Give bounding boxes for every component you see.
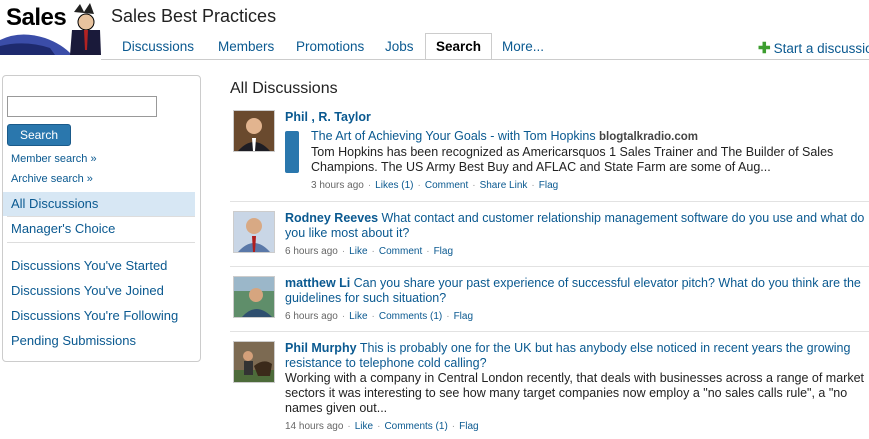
sidebar-item-managers-choice[interactable]: Manager's Choice bbox=[3, 217, 195, 241]
timestamp: 6 hours ago bbox=[285, 311, 338, 322]
tab-search[interactable]: Search bbox=[425, 33, 493, 60]
sidebar-item-started[interactable]: Discussions You've Started bbox=[3, 254, 195, 278]
sidebar-item-joined[interactable]: Discussions You've Joined bbox=[3, 279, 195, 303]
timestamp: 14 hours ago bbox=[285, 421, 344, 432]
sidebar-item-all-discussions[interactable]: All Discussions bbox=[3, 192, 195, 216]
author-name[interactable]: Phil Murphy bbox=[285, 341, 357, 355]
share-link[interactable]: Share Link bbox=[480, 180, 528, 191]
search-input[interactable] bbox=[7, 96, 157, 117]
page-title: All Discussions bbox=[230, 80, 338, 97]
sidebar-item-following[interactable]: Discussions You're Following bbox=[3, 304, 195, 328]
flag-link[interactable]: Flag bbox=[454, 311, 473, 322]
discussion-body: Rodney Reeves What contact and customer … bbox=[285, 211, 869, 259]
avatar-image bbox=[234, 277, 274, 317]
tab-more[interactable]: More... bbox=[492, 34, 554, 59]
discussion-meta: 6 hours ago · Like · Comments (1) · Flag bbox=[285, 311, 474, 322]
like-link[interactable]: Like bbox=[349, 311, 367, 322]
timestamp: 3 hours ago bbox=[311, 180, 364, 191]
discussion-meta: 6 hours ago · Like · Comment · Flag bbox=[285, 246, 454, 257]
discussion-divider bbox=[230, 331, 869, 332]
tab-jobs[interactable]: Jobs bbox=[375, 34, 424, 59]
author-name[interactable]: matthew Li bbox=[285, 276, 350, 290]
flag-link[interactable]: Flag bbox=[434, 246, 453, 257]
group-logo[interactable]: Sales bbox=[0, 0, 101, 55]
avatar-image bbox=[234, 212, 274, 252]
comment-link[interactable]: Comments (1) bbox=[379, 311, 442, 322]
discussion-snippet: Working with a company in Central London… bbox=[285, 371, 864, 415]
add-icon: ✚ bbox=[758, 40, 771, 57]
avatar[interactable] bbox=[233, 211, 275, 253]
header-divider bbox=[101, 59, 869, 60]
start-discussion-label: Start a discussio bbox=[773, 41, 869, 56]
discussion-divider bbox=[230, 266, 869, 267]
tab-members[interactable]: Members bbox=[208, 34, 284, 59]
author-name[interactable]: Rodney Reeves bbox=[285, 211, 378, 225]
flag-link[interactable]: Flag bbox=[459, 421, 478, 432]
tab-promotions[interactable]: Promotions bbox=[286, 34, 374, 59]
like-link[interactable]: Like bbox=[355, 421, 373, 432]
shared-link-source: blogtalkradio.com bbox=[598, 131, 699, 143]
discussion-body: Phil Murphy This is probably one for the… bbox=[285, 341, 869, 434]
timestamp: 6 hours ago bbox=[285, 246, 338, 257]
comment-link[interactable]: Comment bbox=[379, 246, 422, 257]
comment-link[interactable]: Comments (1) bbox=[384, 421, 447, 432]
sidebar: Search Member search » Archive search » … bbox=[2, 75, 201, 362]
start-discussion-link[interactable]: ✚ Start a discussio bbox=[758, 39, 869, 57]
shared-link-title[interactable]: The Art of Achieving Your Goals - with T… bbox=[311, 129, 596, 143]
archive-search-link[interactable]: Archive search » bbox=[11, 173, 93, 185]
discussion-body: Phil , R. Taylor The Art of Achieving Yo… bbox=[285, 110, 869, 193]
like-link[interactable]: Like bbox=[349, 246, 367, 257]
tab-discussions[interactable]: Discussions bbox=[112, 34, 204, 59]
discussion-subject[interactable]: This is probably one for the UK but has … bbox=[285, 341, 850, 370]
discussion-divider bbox=[230, 201, 869, 202]
logo-text: Sales bbox=[6, 4, 67, 31]
search-button[interactable]: Search bbox=[7, 124, 71, 146]
sidebar-item-pending[interactable]: Pending Submissions bbox=[3, 329, 195, 353]
flag-link[interactable]: Flag bbox=[539, 180, 558, 191]
avatar[interactable] bbox=[233, 110, 275, 152]
member-search-link[interactable]: Member search » bbox=[11, 153, 97, 165]
group-title[interactable]: Sales Best Practices bbox=[111, 6, 276, 27]
avatar[interactable] bbox=[233, 276, 275, 318]
avatar-image bbox=[234, 342, 274, 382]
discussion-meta: 14 hours ago · Like · Comments (1) · Flag bbox=[285, 421, 479, 432]
discussion-body: matthew Li Can you share your past exper… bbox=[285, 276, 869, 324]
sidebar-divider bbox=[7, 242, 195, 243]
discussion-meta: 3 hours ago · Likes (1) · Comment · Share Link… bbox=[311, 180, 559, 191]
comment-link[interactable]: Comment bbox=[425, 180, 468, 191]
author-name[interactable]: Phil , R. Taylor bbox=[285, 110, 371, 124]
discussion-snippet: Tom Hopkins has been recognized as Ameri… bbox=[311, 145, 834, 174]
avatar[interactable] bbox=[233, 341, 275, 383]
like-link[interactable]: Likes (1) bbox=[375, 180, 413, 191]
feedback-badge-icon bbox=[285, 131, 299, 173]
discussion-subject[interactable]: Can you share your past experience of su… bbox=[285, 276, 861, 305]
avatar-image bbox=[234, 111, 274, 151]
